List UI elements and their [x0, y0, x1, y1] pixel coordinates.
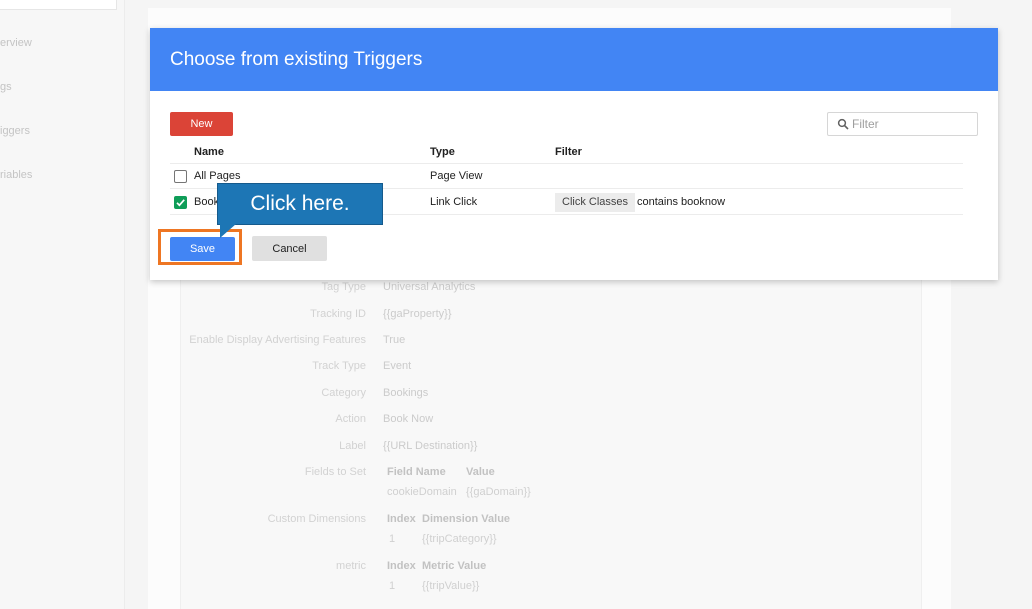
column-header-filter: Filter	[555, 146, 582, 158]
fields-to-set-value: cookieDomain	[387, 486, 457, 498]
metric-header: Index	[387, 560, 416, 572]
tutorial-callout: Click here.	[217, 183, 383, 225]
field-track-type: Track Type Event	[180, 360, 880, 380]
field-value: Book Now	[383, 413, 434, 425]
field-label: Custom Dimensions	[267, 513, 366, 525]
field-label: metric	[336, 560, 366, 572]
filter-placeholder: Filter	[852, 117, 879, 131]
field-category: Category Bookings	[180, 387, 880, 407]
trigger-checkbox-all-pages[interactable]	[174, 170, 187, 183]
subtable-cell: {{tripCategory}}	[422, 533, 497, 545]
field-value: True	[383, 334, 406, 346]
check-icon	[176, 199, 185, 207]
cancel-button[interactable]: Cancel	[252, 236, 327, 261]
custom-dim-value: 1	[389, 533, 395, 545]
field-label: Category	[321, 387, 366, 399]
nav-item-overview[interactable]: erview	[0, 37, 32, 49]
nav-item-triggers[interactable]: iggers	[0, 125, 30, 137]
custom-dim-header-2: Dimension Value	[422, 513, 510, 525]
metric-value-2: {{tripValue}}	[422, 580, 479, 592]
trigger-name: All Pages	[194, 170, 241, 182]
nav-item-tags[interactable]: gs	[0, 81, 12, 93]
field-label: Fields to Set	[304, 466, 366, 478]
field-value: {{URL Destination}}	[383, 440, 478, 452]
subtable-cell: cookieDomain	[387, 486, 457, 498]
field-label-row: Label {{URL Destination}}	[180, 440, 880, 460]
header-divider	[170, 163, 963, 164]
trigger-checkbox-book-now[interactable]	[174, 196, 187, 209]
column-header-type: Type	[430, 146, 455, 158]
trigger-type: Page View	[430, 170, 483, 182]
field-label: Label	[339, 440, 366, 452]
nav-top-box	[0, 0, 117, 10]
field-label: Track Type	[312, 360, 366, 372]
field-value: {{gaProperty}}	[383, 308, 452, 320]
subtable-cell: 1	[389, 580, 396, 592]
field-tracking-id: Tracking ID {{gaProperty}}	[180, 308, 880, 328]
subtable-cell: {{tripValue}}	[422, 580, 480, 592]
subtable-col-header: Value	[466, 466, 495, 478]
nav-item-variables[interactable]: riables	[0, 169, 32, 181]
subtable-col-header: Field Name	[387, 466, 446, 478]
field-label: Action	[335, 413, 366, 425]
fields-to-set-header: Field Name	[387, 466, 446, 478]
field-value: Bookings	[383, 387, 429, 399]
filter-variable-chip: Click Classes	[555, 193, 636, 212]
custom-dim-header: Index	[387, 513, 416, 525]
search-icon	[837, 118, 849, 130]
column-header-name: Name	[194, 146, 224, 158]
filter-input[interactable]: Filter	[827, 112, 978, 136]
field-tag-type: Tag Type Universal Analytics	[180, 281, 880, 301]
field-label: Tag Type	[321, 281, 366, 293]
field-fields-to-set: Fields to Set	[180, 466, 880, 486]
new-trigger-button[interactable]: New	[170, 112, 233, 136]
custom-dim-value-2: {{tripCategory}}	[422, 533, 497, 545]
field-value: Universal Analytics	[383, 281, 476, 293]
fields-to-set-value-2: {{gaDomain}}	[466, 486, 531, 498]
field-label: Tracking ID	[310, 308, 366, 320]
dialog-header: Choose from existing Triggers	[150, 28, 998, 91]
subtable-col-header: Index	[387, 513, 416, 525]
subtable-col-header: Metric Value	[422, 560, 487, 572]
metric-value: 1	[389, 580, 395, 592]
filter-condition: contains booknow	[637, 196, 726, 208]
dialog-title: Choose from existing Triggers	[170, 49, 423, 70]
subtable-cell: 1	[389, 533, 396, 545]
field-label: Enable Display Advertising Features	[189, 334, 366, 346]
subtable-cell: {{gaDomain}}	[466, 486, 531, 498]
metric-header-2: Metric Value	[422, 560, 486, 572]
choose-triggers-dialog: Choose from existing Triggers New Filter…	[150, 28, 998, 280]
subtable-col-header: Dimension Value	[422, 513, 511, 525]
trigger-type: Link Click	[430, 196, 478, 208]
fields-to-set-header-2: Value	[466, 466, 495, 478]
subtable-col-header: Index	[387, 560, 416, 572]
field-custom-dimensions: Custom Dimensions	[180, 513, 880, 533]
field-metric: metric	[180, 560, 880, 580]
field-display-advertising: Enable Display Advertising Features True	[180, 334, 880, 354]
callout-pointer	[220, 224, 236, 238]
field-action: Action Book Now	[180, 413, 880, 433]
trigger-name: Book	[194, 196, 220, 208]
field-value: Event	[383, 360, 412, 372]
